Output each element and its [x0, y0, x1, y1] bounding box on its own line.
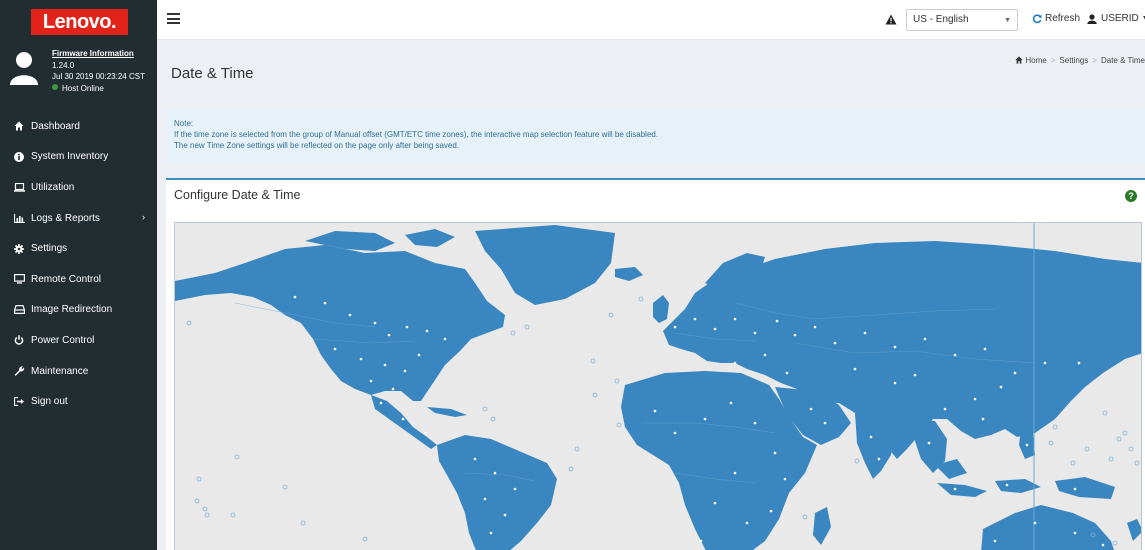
sidebar-item-label: Maintenance [31, 365, 89, 377]
configure-date-time-panel: Configure Date & Time ? [166, 178, 1145, 550]
top-navbar: US - English ▼ Refresh USERID ▼ [157, 0, 1145, 40]
note-callout: Note: If the time zone is selected from … [166, 109, 1145, 163]
user-panel: Firmware Information 1.24.0 Jul 30 2019 … [0, 42, 157, 108]
home-icon [13, 121, 25, 131]
firmware-info: Firmware Information 1.24.0 Jul 30 2019 … [52, 48, 145, 94]
power-icon [13, 335, 25, 346]
breadcrumb: Home > Settings > Date & Time [1015, 56, 1145, 65]
refresh-label: Refresh [1045, 13, 1081, 24]
sidebar-item-power-control[interactable]: Power Control [0, 325, 157, 356]
sidebar-item-dashboard[interactable]: Dashboard [0, 111, 157, 142]
sidebar-item-maintenance[interactable]: Maintenance [0, 356, 157, 387]
panel-title: Configure Date & Time [174, 188, 301, 202]
breadcrumb-settings[interactable]: Settings [1059, 56, 1088, 65]
chevron-right-icon: › [142, 211, 145, 222]
drive-icon [13, 305, 25, 315]
sidebar-item-label: Power Control [31, 334, 95, 346]
chevron-down-icon: ▼ [1004, 17, 1011, 24]
laptop-icon [13, 182, 25, 192]
sidebar-item-remote-control[interactable]: Remote Control [0, 264, 157, 295]
breadcrumb-home[interactable]: Home [1025, 56, 1046, 65]
sidebar-item-label: Utilization [31, 181, 75, 193]
sidebar-item-utilization[interactable]: Utilization [0, 172, 157, 203]
main-content: Date & Time Home > Settings > Date & Time No… [157, 40, 1145, 550]
breadcrumb-separator: > [1050, 56, 1056, 65]
breadcrumb-current: Date & Time [1100, 56, 1145, 65]
sidebar-item-system-inventory[interactable]: System Inventory [0, 142, 157, 173]
sidebar-item-label: Settings [31, 243, 68, 255]
hamburger-menu-icon[interactable] [167, 13, 180, 24]
sidebar-item-label: Remote Control [31, 273, 102, 285]
logo-area: Lenovo. [0, 0, 157, 40]
sidebar: Lenovo. Firmware Information 1.24.0 Jul … [0, 0, 157, 550]
sidebar-menu: Dashboard System Inventory Utilization L… [0, 111, 157, 417]
user-label: USERID [1101, 13, 1139, 24]
monitor-icon [13, 274, 25, 284]
sidebar-item-label: Dashboard [31, 120, 80, 132]
gear-icon [13, 243, 25, 254]
host-status-label: Host Online [62, 83, 104, 93]
sidebar-item-label: Sign out [31, 396, 68, 408]
note-line-1: If the time zone is selected from the gr… [174, 130, 659, 139]
refresh-icon [1032, 14, 1042, 23]
wrench-icon [13, 365, 25, 377]
firmware-version: 1.24.0 [52, 60, 75, 70]
home-icon [1015, 56, 1023, 64]
warning-icon[interactable] [885, 14, 897, 25]
firmware-datetime: Jul 30 2019 00:23:24 CST [52, 72, 145, 81]
help-icon[interactable]: ? [1125, 190, 1137, 202]
sidebar-item-settings[interactable]: Settings [0, 233, 157, 264]
sidebar-item-label: Logs & Reports [31, 212, 100, 224]
world-map[interactable] [175, 223, 1142, 550]
user-avatar-icon [10, 52, 38, 85]
language-select-value: US - English [913, 14, 969, 25]
language-select[interactable]: US - English ▼ [906, 9, 1018, 31]
timezone-map[interactable] [174, 222, 1142, 550]
sidebar-item-image-redirection[interactable]: Image Redirection [0, 295, 157, 326]
note-heading: Note: [174, 119, 194, 128]
sidebar-item-label: System Inventory [31, 151, 109, 163]
user-icon [1087, 13, 1097, 24]
lenovo-logo[interactable]: Lenovo. [31, 9, 128, 35]
page-title: Date & Time [171, 65, 254, 82]
firmware-info-link[interactable]: Firmware Information [52, 48, 145, 60]
note-line-2: The new Time Zone settings will be refle… [174, 141, 460, 150]
user-menu[interactable]: USERID ▼ [1087, 13, 1145, 24]
sidebar-item-label: Image Redirection [31, 304, 113, 316]
chart-icon [13, 213, 25, 223]
refresh-button[interactable]: Refresh [1032, 13, 1080, 24]
breadcrumb-separator: > [1092, 56, 1097, 65]
sidebar-item-sign-out[interactable]: Sign out [0, 386, 157, 417]
host-status: Host Online [52, 83, 145, 95]
sidebar-item-logs-reports[interactable]: Logs & Reports › [0, 203, 157, 234]
info-icon [13, 151, 25, 162]
sign-out-icon [13, 397, 25, 407]
status-dot-icon [52, 84, 58, 91]
